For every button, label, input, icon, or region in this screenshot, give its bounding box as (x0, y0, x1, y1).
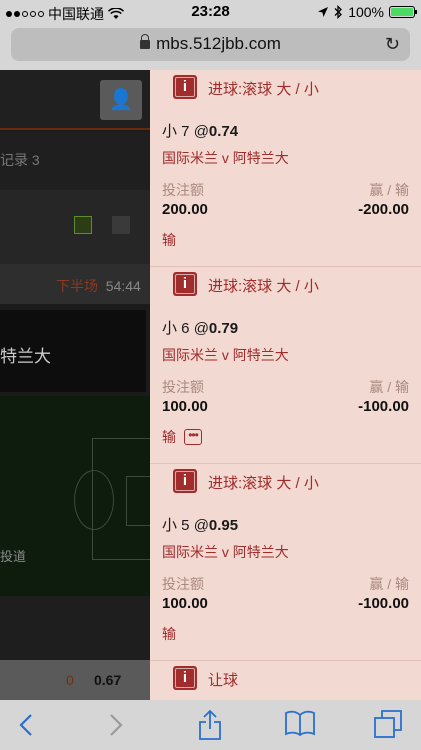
match-name: 国际米兰 v 阿特兰大 (162, 544, 289, 560)
odds-value[interactable]: 0.67 (94, 672, 121, 688)
win-loss-label: 赢 / 输 (369, 379, 409, 395)
win-loss-value: -100.00 (358, 595, 409, 612)
odds: 0.74 (208, 123, 239, 140)
reload-icon[interactable]: ↻ (385, 34, 400, 55)
field-view-icon[interactable] (74, 216, 92, 234)
center-circle-line (74, 470, 114, 530)
stake-value: 100.00 (162, 595, 208, 612)
bg-team-row: 特兰大 (0, 304, 150, 400)
selection-line: 小 7 (162, 123, 190, 140)
background-page: 👤 记录 3 下半场 54:44 特兰大 投道 0 0.67 (0, 70, 150, 700)
selection-line: 小 5 (162, 517, 190, 534)
match-name: 国际米兰 v 阿特兰大 (162, 150, 289, 166)
selection: 小 5 @0.95 (162, 514, 238, 535)
selection: 小 7 @0.74 (162, 120, 238, 141)
bet-card-header: i 进球:滚球 大 / 小 (162, 70, 409, 108)
bg-time-row: 下半场 54:44 (0, 264, 150, 304)
half-label: 下半场 (56, 278, 98, 294)
bg-header: 👤 (0, 70, 150, 130)
bet-card: i 进球:滚球 大 / 小 小 6 @0.79 国际米兰 v 阿特兰大 投注额 … (150, 267, 421, 464)
stake-value: 200.00 (162, 201, 208, 218)
at-sign: @ (193, 320, 209, 337)
result-row: 输 ••• (162, 427, 202, 447)
win-loss-value: -100.00 (358, 398, 409, 415)
user-menu-icon[interactable]: 👤 (100, 80, 142, 120)
stats-icon[interactable] (112, 216, 130, 234)
match-name: 国际米兰 v 阿特兰大 (162, 347, 289, 363)
info-icon[interactable]: i (173, 666, 197, 690)
match-clock: 54:44 (105, 278, 141, 294)
bg-empty-row (0, 596, 150, 660)
at-sign: @ (193, 123, 209, 140)
goal-box-line (126, 476, 150, 526)
stake-value: 100.00 (162, 398, 208, 415)
stake-label: 投注额 (162, 379, 204, 395)
result-row: 输 (162, 230, 176, 250)
bet-card-header: i 进球:滚球 大 / 小 (162, 464, 409, 502)
browser-address-area: mbs.512jbb.com ↻ (0, 24, 421, 70)
lock-icon (140, 34, 151, 49)
market-name: 进球:滚球 大 / 小 (208, 278, 319, 295)
team-name-partial: 特兰大 (0, 347, 51, 366)
stake-label: 投注额 (162, 576, 204, 592)
bet-card-header: i 进球:滚球 大 / 小 (162, 267, 409, 305)
record-label: 记录 3 (0, 152, 40, 168)
battery-percent: 100% (348, 4, 384, 20)
result-row: 输 (162, 624, 176, 644)
bet-card-header: i 让球 (162, 661, 409, 699)
battery-icon (389, 6, 417, 18)
score-zero: 0 (66, 672, 74, 688)
stake-label: 投注额 (162, 182, 204, 198)
result-status: 输 (162, 626, 176, 642)
result-status: 输 (162, 429, 176, 445)
share-icon[interactable] (190, 709, 230, 740)
forward-icon[interactable] (96, 710, 136, 740)
battery-fill (391, 8, 413, 16)
selection: 小 6 @0.79 (162, 317, 238, 338)
bluetooth-icon (334, 5, 343, 19)
odds: 0.95 (208, 517, 239, 534)
bookmarks-icon[interactable] (280, 710, 320, 740)
selection-line: 小 6 (162, 320, 190, 337)
bet-card: i 让球 (150, 661, 421, 700)
browser-toolbar (0, 700, 421, 750)
win-loss-label: 赢 / 输 (369, 576, 409, 592)
bet-card: i 进球:滚球 大 / 小 小 7 @0.74 国际米兰 v 阿特兰大 投注额 … (150, 70, 421, 267)
odds: 0.79 (208, 320, 239, 337)
bg-record-row: 记录 3 (0, 132, 150, 190)
pitch-graphic: 投道 (0, 396, 150, 596)
at-sign: @ (193, 517, 209, 534)
market-name: 进球:滚球 大 / 小 (208, 475, 319, 492)
tabs-icon[interactable] (368, 710, 408, 740)
info-icon[interactable]: i (173, 272, 197, 296)
bet-card: i 进球:滚球 大 / 小 小 5 @0.95 国际米兰 v 阿特兰大 投注额 … (150, 464, 421, 661)
info-icon[interactable]: i (173, 469, 197, 493)
url-text: mbs.512jbb.com (156, 34, 281, 53)
address-bar[interactable]: mbs.512jbb.com ↻ (11, 28, 410, 61)
market-name: 让球 (208, 672, 239, 689)
status-right: 100% (317, 4, 417, 20)
status-bar: 中国联通 23:28 100% (0, 0, 421, 24)
info-icon[interactable]: i (173, 75, 197, 99)
result-status: 输 (162, 232, 176, 248)
market-name: 进球:滚球 大 / 小 (208, 81, 319, 98)
pitch-label: 投道 (0, 549, 27, 564)
back-icon[interactable] (6, 710, 46, 740)
team-box: 特兰大 (0, 310, 146, 392)
bet-history-panel: i 进球:滚球 大 / 小 小 7 @0.74 国际米兰 v 阿特兰大 投注额 … (150, 70, 421, 700)
location-icon (318, 7, 329, 17)
address-text-wrap: mbs.512jbb.com (11, 34, 410, 54)
win-loss-label: 赢 / 输 (369, 182, 409, 198)
more-icon[interactable]: ••• (184, 429, 202, 445)
win-loss-value: -200.00 (358, 201, 409, 218)
bg-odds-row: 0 0.67 (0, 660, 150, 700)
